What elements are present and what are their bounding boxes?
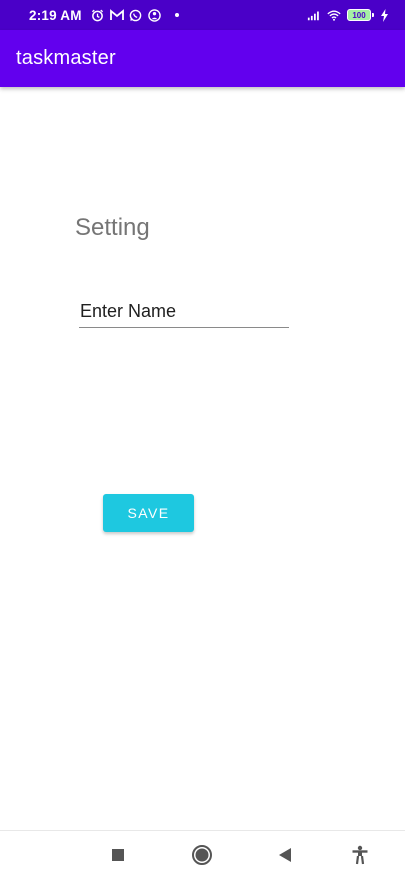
- status-time: 2:19 AM: [29, 7, 82, 23]
- name-input[interactable]: [79, 300, 289, 328]
- back-icon[interactable]: [273, 843, 297, 867]
- status-right-group: 100: [307, 8, 391, 22]
- whatsapp-icon: [129, 8, 143, 22]
- app-bar: taskmaster: [0, 30, 405, 87]
- signal-icon: [307, 8, 321, 22]
- gmail-icon: [109, 8, 124, 22]
- recents-icon[interactable]: [106, 843, 130, 867]
- home-icon[interactable]: [190, 843, 214, 867]
- wifi-icon: [327, 8, 341, 22]
- messenger-icon: [148, 8, 162, 22]
- battery-icon: 100: [347, 9, 374, 21]
- alarm-icon: [91, 8, 105, 22]
- navigation-bar: [0, 830, 405, 878]
- accessibility-icon[interactable]: [348, 843, 372, 867]
- charging-icon: [377, 8, 391, 22]
- dot-icon: [174, 13, 179, 17]
- app-title: taskmaster: [16, 47, 116, 69]
- status-bar: 2:19 AM 100: [0, 0, 405, 30]
- page-title: Setting: [75, 214, 150, 241]
- save-button[interactable]: SAVE: [103, 494, 194, 532]
- status-left-group: 2:19 AM: [29, 8, 179, 23]
